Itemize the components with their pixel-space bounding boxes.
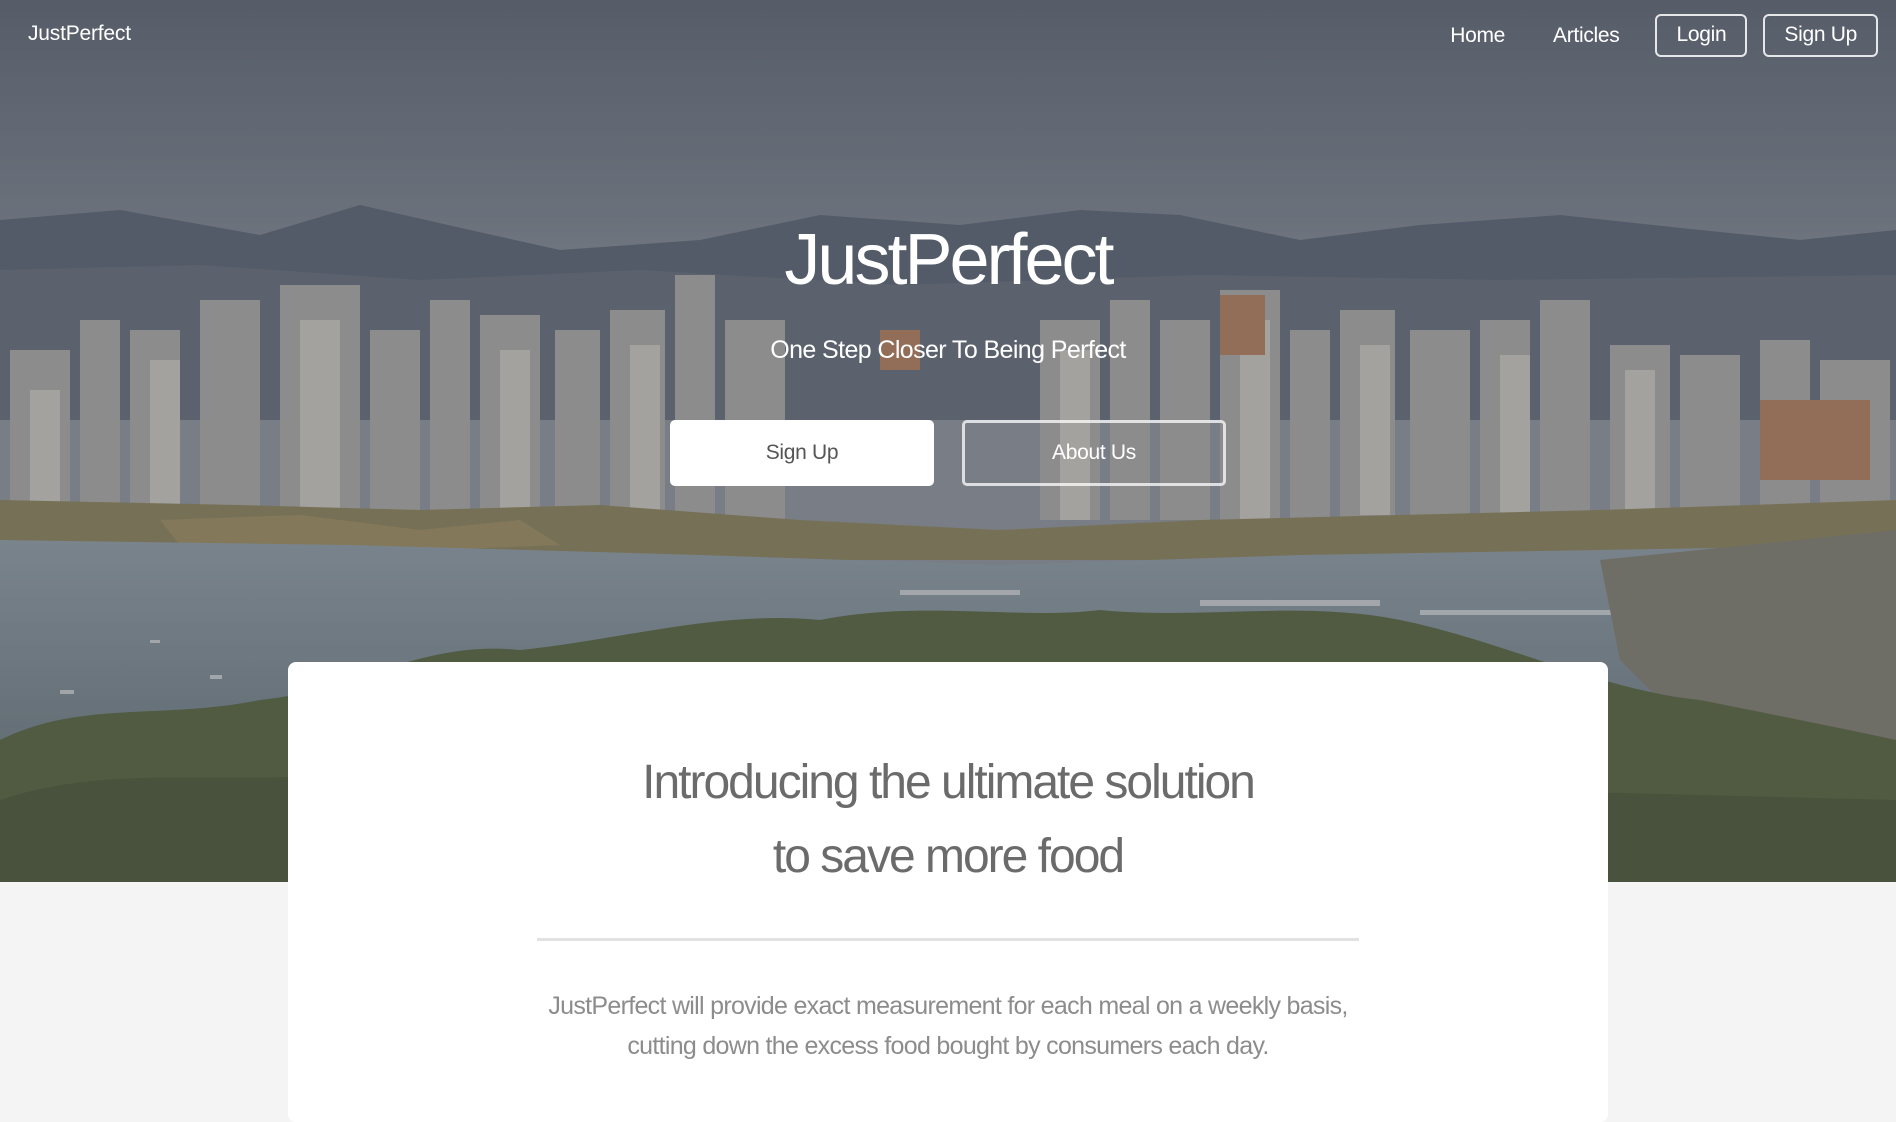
navbar: JustPerfect Home Articles Login Sign Up [0,0,1896,72]
intro-heading-line2: to save more food [772,830,1125,883]
hero-subtitle: One Step Closer To Being Perfect [770,336,1126,364]
nav-signup-button[interactable]: Sign Up [1763,14,1878,57]
intro-heading: Introducing the ultimate solution to sav… [288,746,1608,894]
intro-divider [537,938,1359,941]
hero-button-group: Sign Up About Us [670,420,1226,486]
intro-description: JustPerfect will provide exact measureme… [288,986,1608,1066]
nav-links: Home Articles Login Sign Up [1450,14,1878,57]
brand-link[interactable]: JustPerfect [28,22,131,46]
about-us-button[interactable]: About Us [962,420,1226,486]
intro-card: Introducing the ultimate solution to sav… [288,662,1608,1122]
intro-description-line1: JustPerfect will provide exact measureme… [548,992,1348,1020]
nav-home-link[interactable]: Home [1450,24,1505,48]
intro-description-line2: cutting down the excess food bought by c… [627,1032,1269,1060]
hero-signup-button[interactable]: Sign Up [670,420,934,486]
nav-articles-link[interactable]: Articles [1553,24,1620,48]
hero-title: JustPerfect [784,220,1114,300]
login-button[interactable]: Login [1655,14,1748,57]
intro-heading-line1: Introducing the ultimate solution [642,756,1256,809]
